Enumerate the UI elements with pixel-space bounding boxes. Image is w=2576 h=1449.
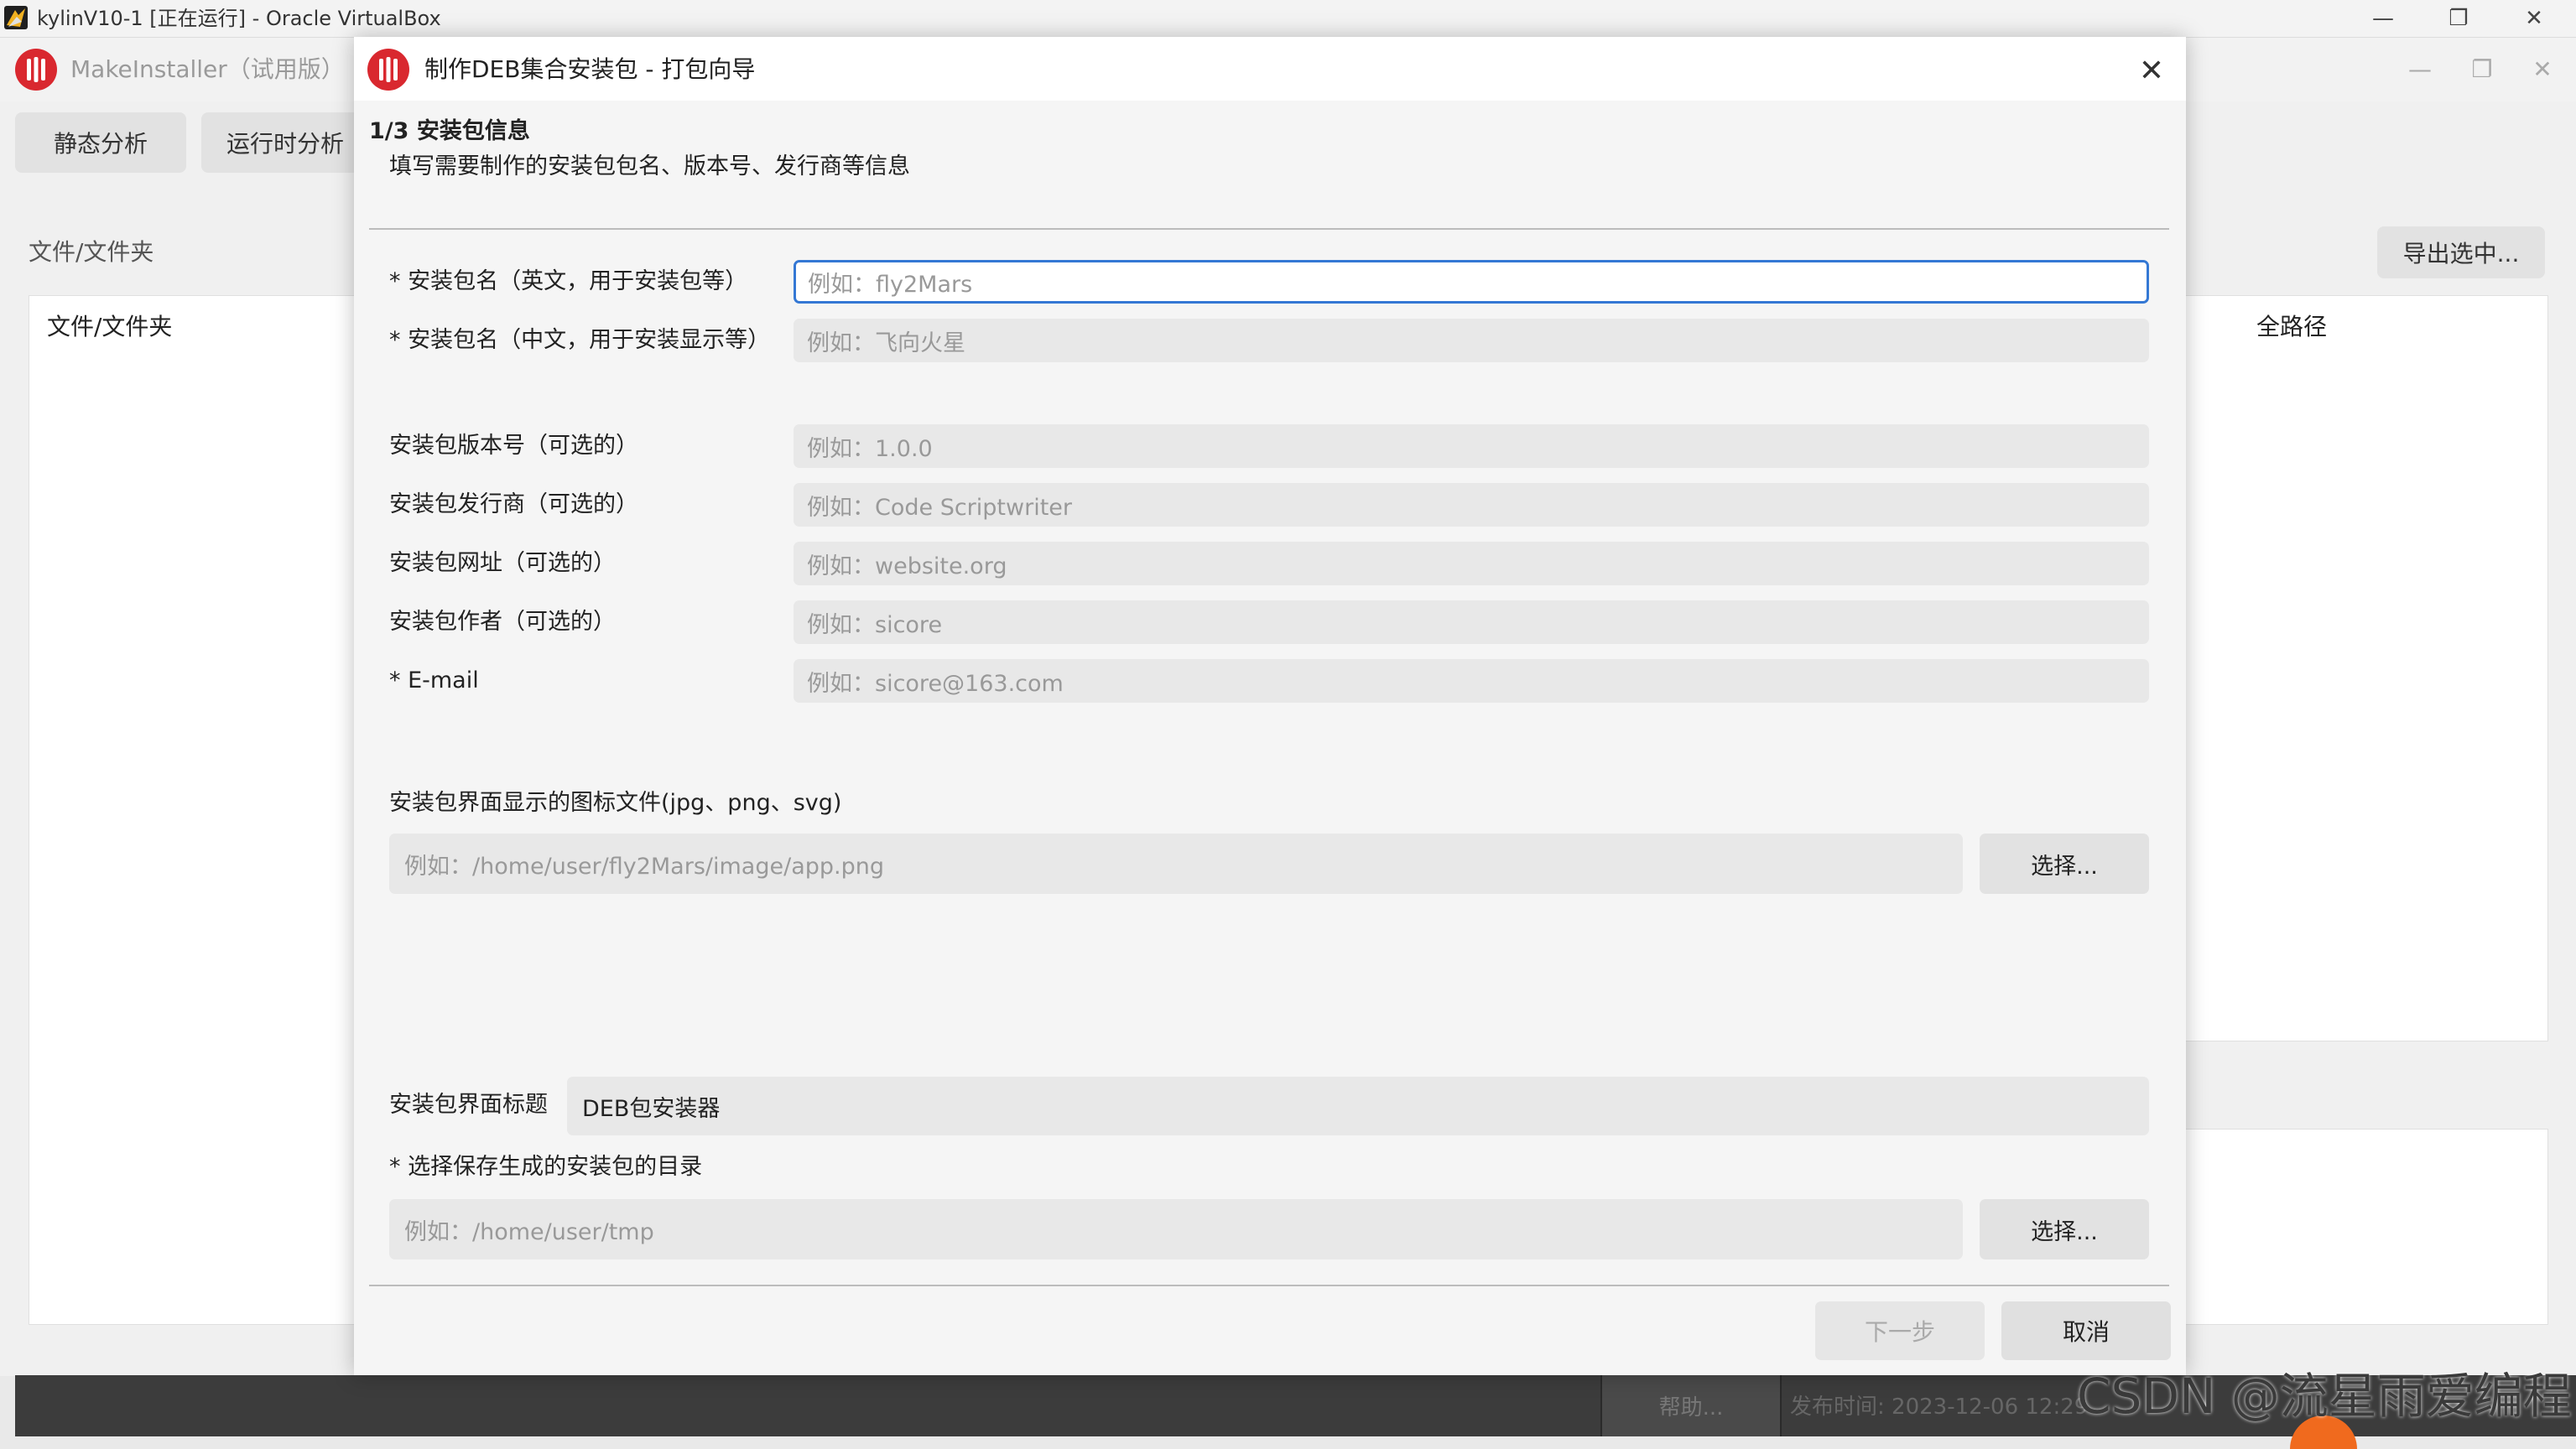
fullpath-column-header[interactable]: 全路径 bbox=[2256, 310, 2327, 344]
vbox-window-title: kylinV10-1 [正在运行] - Oracle VirtualBox bbox=[37, 7, 441, 30]
file-column-header[interactable]: 文件/文件夹 bbox=[47, 310, 172, 344]
vbox-close-button[interactable]: ✕ bbox=[2496, 0, 2572, 37]
publisher-label: 安装包发行商（可选的） bbox=[389, 491, 638, 517]
dialog-logo-icon bbox=[367, 49, 409, 91]
step-description: 填写需要制作的安装包包名、版本号、发行商等信息 bbox=[389, 153, 910, 179]
choose-icon-button[interactable]: 选择... bbox=[1980, 834, 2149, 894]
fullpath-panel[interactable] bbox=[2181, 295, 2548, 1041]
header-divider bbox=[369, 228, 2169, 230]
app-title: MakeInstaller（试用版） bbox=[70, 55, 345, 83]
footer-divider bbox=[369, 1285, 2169, 1286]
save-dir-input[interactable]: 例如：/home/user/tmp bbox=[389, 1199, 1963, 1259]
package-name-cn-label: * 安装包名（中文，用于安装显示等） bbox=[389, 327, 771, 353]
secondary-panel bbox=[2181, 1129, 2548, 1325]
ui-title-input[interactable]: DEB包安装器 bbox=[567, 1077, 2149, 1135]
author-input[interactable]: 例如：sicore bbox=[794, 600, 2149, 644]
vbox-restore-button[interactable]: ❐ bbox=[2421, 0, 2496, 37]
version-label: 安装包版本号（可选的） bbox=[389, 433, 638, 459]
website-input[interactable]: 例如：website.org bbox=[794, 542, 2149, 585]
step-title: 1/3 安装包信息 bbox=[369, 118, 530, 144]
app-logo-icon bbox=[15, 49, 57, 91]
website-label: 安装包网址（可选的） bbox=[389, 550, 616, 576]
next-button[interactable]: 下一步 bbox=[1815, 1301, 1985, 1360]
icon-file-label: 安装包界面显示的图标文件(jpg、png、svg) bbox=[389, 790, 842, 816]
version-input[interactable]: 例如：1.0.0 bbox=[794, 424, 2149, 468]
choose-save-dir-button[interactable]: 选择... bbox=[1980, 1199, 2149, 1259]
release-time-text: 发布时间: 2023-12-06 12:29 bbox=[1790, 1394, 2089, 1420]
ui-title-label: 安装包界面标题 bbox=[389, 1092, 548, 1118]
files-label: 文件/文件夹 bbox=[29, 238, 154, 266]
package-name-en-label: * 安装包名（英文，用于安装包等） bbox=[389, 268, 748, 294]
save-dir-label: * 选择保存生成的安装包的目录 bbox=[389, 1154, 703, 1180]
app-close-button[interactable]: ✕ bbox=[2513, 50, 2572, 87]
icon-file-input[interactable]: 例如：/home/user/fly2Mars/image/app.png bbox=[389, 834, 1963, 894]
dialog-close-icon[interactable]: ✕ bbox=[2122, 47, 2181, 94]
export-selected-button[interactable]: 导出选中... bbox=[2377, 226, 2545, 278]
help-button[interactable]: 帮助... bbox=[1600, 1375, 1782, 1436]
file-list-panel[interactable] bbox=[29, 295, 366, 1325]
email-label: * E-mail bbox=[389, 667, 479, 693]
email-input[interactable]: 例如：sicore@163.com bbox=[794, 659, 2149, 703]
dialog-title: 制作DEB集合安装包 - 打包向导 bbox=[424, 55, 756, 83]
package-name-en-input[interactable]: 例如：fly2Mars bbox=[794, 260, 2149, 304]
app-minimize-button[interactable]: — bbox=[2391, 50, 2449, 87]
tab-runtime-analysis[interactable]: 运行时分析 bbox=[201, 112, 369, 173]
package-name-cn-input[interactable]: 例如：飞向火星 bbox=[794, 319, 2149, 362]
vbox-minimize-button[interactable]: — bbox=[2345, 0, 2421, 37]
publisher-input[interactable]: 例如：Code Scriptwriter bbox=[794, 483, 2149, 527]
csdn-watermark: CSDN @流星雨爱编程 bbox=[2077, 1368, 2572, 1425]
tab-static-analysis[interactable]: 静态分析 bbox=[15, 112, 186, 173]
app-restore-button[interactable]: ❐ bbox=[2453, 50, 2511, 87]
virtualbox-icon bbox=[4, 6, 28, 29]
cancel-button[interactable]: 取消 bbox=[2001, 1301, 2171, 1360]
author-label: 安装包作者（可选的） bbox=[389, 609, 616, 635]
